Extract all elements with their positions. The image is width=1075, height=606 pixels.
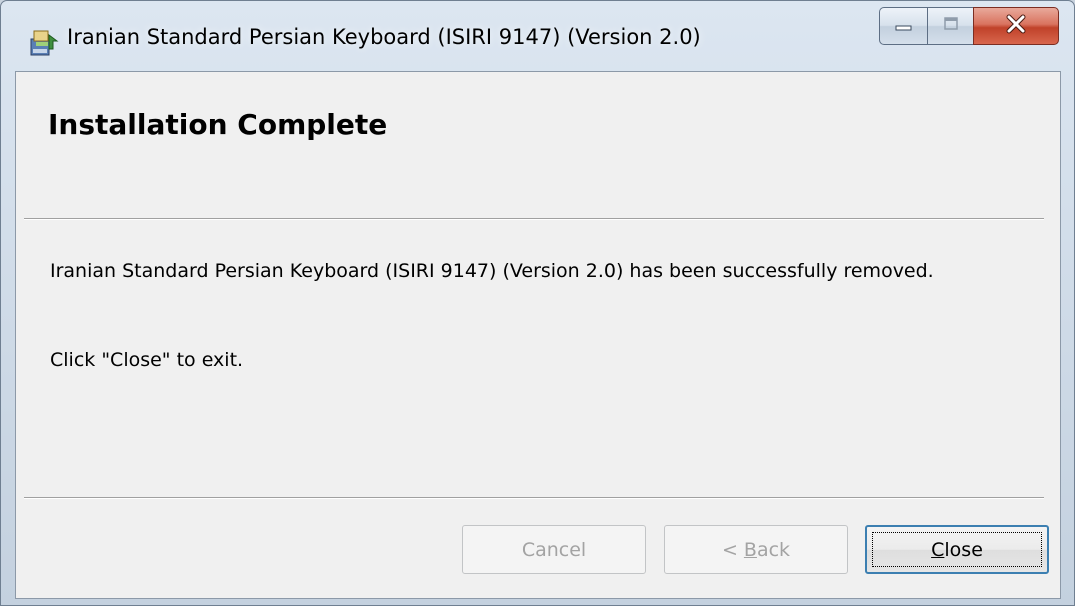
page-title: Installation Complete (48, 108, 388, 141)
cancel-button-label: Cancel (521, 538, 587, 561)
close-button-label: Close (931, 539, 983, 561)
instruction-text: Click "Close" to exit. (50, 349, 244, 371)
cancel-button[interactable]: Cancel (462, 525, 646, 574)
caption-buttons (879, 7, 1059, 45)
back-button-label: < Back (722, 539, 790, 561)
window-title: Iranian Standard Persian Keyboard (ISIRI… (67, 25, 701, 49)
status-message: Iranian Standard Persian Keyboard (ISIRI… (50, 260, 934, 282)
maximize-button[interactable] (927, 7, 973, 45)
close-button-rest: lose (944, 538, 983, 561)
back-button-rest: ack (756, 538, 791, 561)
dialog-header: Installation Complete (16, 72, 1060, 218)
footer-divider (24, 497, 1044, 499)
close-window-button[interactable] (973, 7, 1059, 45)
dialog-client-area: Installation Complete Iranian Standard P… (15, 71, 1061, 599)
close-button-accesskey: C (931, 538, 945, 561)
back-button-prefix: < (721, 538, 744, 561)
minimize-icon (894, 17, 914, 36)
title-bar[interactable]: Iranian Standard Persian Keyboard (ISIRI… (1, 1, 1074, 71)
header-divider (24, 218, 1044, 220)
installer-window: Iranian Standard Persian Keyboard (ISIRI… (0, 0, 1075, 606)
back-button-accesskey: B (743, 538, 757, 561)
minimize-button[interactable] (879, 7, 927, 45)
maximize-icon (941, 15, 961, 37)
installer-package-icon (27, 27, 59, 59)
back-button[interactable]: < Back (664, 525, 848, 574)
close-button[interactable]: Close (865, 525, 1049, 574)
close-icon (1004, 13, 1028, 39)
